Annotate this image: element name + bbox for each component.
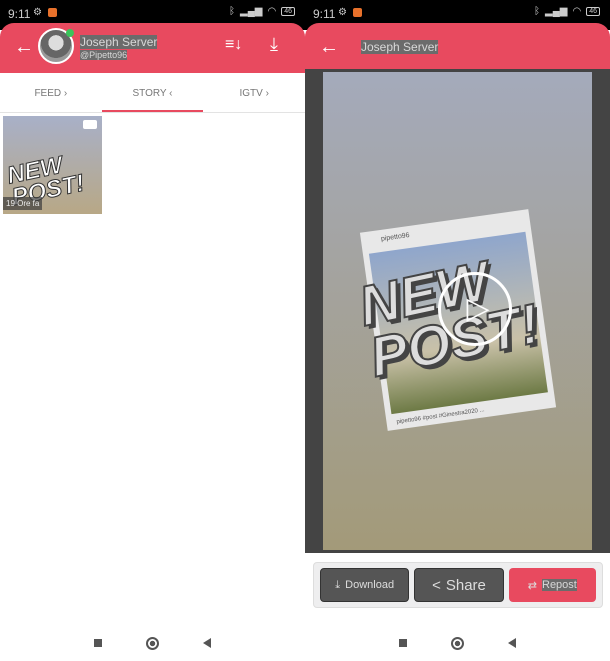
story-thumbnail[interactable]: NEW POST! 19 Ore fa (3, 116, 102, 214)
story-media[interactable]: pipetto96 pipetto96 #post #Ginestra2020 … (323, 72, 592, 550)
video-camera-icon (83, 120, 97, 129)
signal-icon: ▂▄▆ (545, 6, 568, 17)
wifi-icon: ◠ (267, 6, 277, 17)
tab-story[interactable]: STORY ‹ (101, 73, 204, 112)
share-icon: < (432, 576, 441, 594)
replay-play-icon[interactable]: ▷ (438, 272, 512, 346)
bluetooth-icon: ᛒ (229, 6, 235, 17)
story-viewer-screen: 9:11 ⚙ ᛒ ▂▄▆ ◠ 46 ← Joseph Server pipetto96… (305, 0, 610, 661)
system-nav-bar (305, 625, 610, 661)
home-icon[interactable] (146, 636, 159, 650)
tab-igtv[interactable]: IGTV › (203, 73, 305, 112)
card-user: pipetto96 (380, 231, 411, 243)
system-nav-bar (0, 625, 305, 661)
share-button[interactable]: < Share (414, 568, 504, 602)
tab-bar: FEED › STORY ‹ IGTV › (0, 73, 305, 113)
story-age: 19 Ore fa (3, 197, 43, 210)
recents-icon[interactable] (399, 639, 407, 647)
profile-name: Joseph Server (80, 35, 158, 49)
status-time: 9:11 (8, 7, 31, 21)
wifi-icon: ◠ (572, 6, 582, 17)
download-button[interactable]: ⤓ Download (320, 568, 410, 602)
back-arrow-icon[interactable]: ← (14, 36, 34, 59)
repost-icon: ⇄ (527, 579, 537, 592)
download-icon: ⤓ (335, 578, 341, 591)
story-viewer: pipetto96 pipetto96 #post #Ginestra2020 … (305, 69, 610, 553)
settings-icon: ⚙ (33, 7, 42, 18)
profile-screen: 9:11 ⚙ ᛒ ▂▄▆ ◠ 46 ← Joseph Server @Pipetto9… (0, 0, 305, 661)
recents-icon[interactable] (94, 639, 102, 647)
status-time: 9:11 (313, 7, 336, 21)
home-icon[interactable] (451, 636, 464, 650)
settings-icon: ⚙ (338, 7, 347, 18)
notification-icon (353, 8, 362, 17)
back-icon[interactable] (203, 638, 211, 648)
sort-icon[interactable]: ≡↓ (225, 36, 242, 54)
download-all-icon[interactable]: ⤓ (270, 34, 278, 55)
signal-icon: ▂▄▆ (240, 6, 263, 17)
profile-handle: @Pipetto96 (80, 50, 128, 60)
app-header: ← Joseph Server @Pipetto96 ≡↓ ⤓ (0, 23, 305, 73)
bluetooth-icon: ᛒ (534, 6, 540, 17)
battery-icon: 46 (281, 7, 295, 16)
notification-icon (48, 8, 57, 17)
online-indicator (66, 29, 74, 37)
back-icon[interactable] (508, 638, 516, 648)
action-bar: ⤓ Download < Share ⇄ Repost (313, 562, 603, 608)
back-arrow-icon[interactable]: ← (319, 36, 339, 59)
tab-feed[interactable]: FEED › (0, 73, 102, 112)
viewer-title: Joseph Server (361, 40, 439, 54)
viewer-header: ← Joseph Server (305, 23, 610, 69)
battery-icon: 46 (586, 7, 600, 16)
repost-button[interactable]: ⇄ Repost (508, 568, 596, 602)
